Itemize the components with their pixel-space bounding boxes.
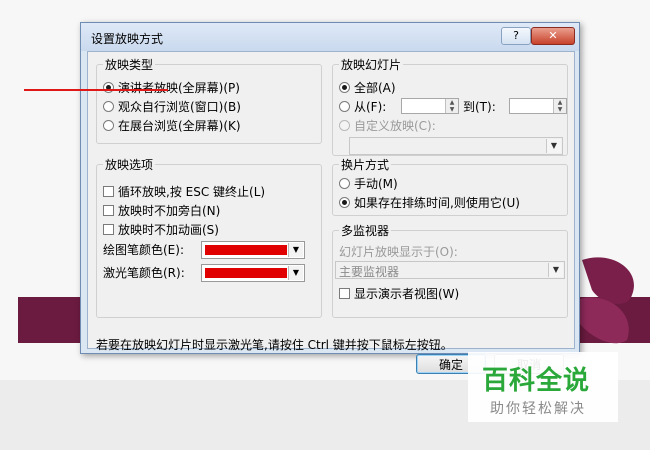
radio-kiosk-indicator[interactable] xyxy=(103,119,114,131)
radio-presenter[interactable]: 演讲者放映(全屏幕)(P) xyxy=(103,79,240,95)
display-on-label: 幻灯片放映显示于(O): xyxy=(339,244,458,259)
pen-color-dropdown[interactable]: ▼ xyxy=(201,241,305,259)
to-slide-label: 到(T): xyxy=(463,99,496,114)
display-on-row: 幻灯片放映显示于(O): xyxy=(339,243,458,259)
monitors-group: 多监视器 幻灯片放映显示于(O): 主要监视器 ▼ 显示演示者视图(W) xyxy=(332,222,568,318)
laser-color-swatch xyxy=(205,268,287,278)
radio-all-slides[interactable]: 全部(A) xyxy=(339,79,396,95)
display-monitor-value: 主要监视器 xyxy=(339,265,400,279)
radio-custom-show[interactable]: 自定义放映(C): xyxy=(339,117,436,133)
spinner-arrows-icon[interactable]: ▲ ▼ xyxy=(553,99,566,113)
display-monitor-dropdown[interactable]: 主要监视器 ▼ xyxy=(335,261,565,279)
monitors-label: 多监视器 xyxy=(339,222,392,239)
to-slide-spinner[interactable]: ▲ ▼ xyxy=(509,98,567,114)
dialog-client-area: 放映类型 演讲者放映(全屏幕)(P) 观众自行浏览(窗口)(B) 在展台浏览(全… xyxy=(87,51,575,374)
custom-show-dropdown[interactable]: ▼ xyxy=(349,137,563,155)
show-slides-label: 放映幻灯片 xyxy=(339,56,404,73)
loop-checkbox-box[interactable] xyxy=(103,185,114,197)
laser-color-row: 激光笔颜色(R): xyxy=(103,264,185,280)
radio-use-timings[interactable]: 如果存在排练时间,则使用它(U) xyxy=(339,194,520,210)
laser-color-label: 激光笔颜色(R): xyxy=(103,265,185,280)
spinner-arrows-icon[interactable]: ▲ ▼ xyxy=(445,99,458,113)
presenter-view-checkbox[interactable]: 显示演示者视图(W) xyxy=(339,285,459,301)
watermark: 百科全说 助你轻松解决 xyxy=(468,352,618,422)
radio-window-label: 观众自行浏览(窗口)(B) xyxy=(118,99,241,114)
radio-window-indicator[interactable] xyxy=(103,100,114,112)
no-animation-label: 放映时不加动画(S) xyxy=(118,222,219,237)
no-animation-checkbox[interactable]: 放映时不加动画(S) xyxy=(103,221,219,237)
watermark-subtitle: 助你轻松解决 xyxy=(490,401,586,417)
show-slides-group: 放映幻灯片 全部(A) 从(F): ▲ ▼ 到(T): ▲ ▼ 自定义放映(C)… xyxy=(332,56,568,156)
radio-kiosk-label: 在展台浏览(全屏幕)(K) xyxy=(118,118,241,133)
radio-custom-indicator[interactable] xyxy=(339,119,350,131)
chevron-down-icon[interactable]: ▼ xyxy=(288,266,303,280)
annotation-underline xyxy=(24,89,168,91)
setup-show-dialog: 设置放映方式 ? ✕ 放映类型 演讲者放映(全屏幕)(P) 观众自行浏览(窗口)… xyxy=(80,22,580,374)
watermark-title: 百科全说 xyxy=(482,366,591,396)
radio-from-slides[interactable]: 从(F): xyxy=(339,98,386,114)
radio-kiosk[interactable]: 在展台浏览(全屏幕)(K) xyxy=(103,117,241,133)
presenter-view-label: 显示演示者视图(W) xyxy=(354,286,460,301)
no-narration-label: 放映时不加旁白(N) xyxy=(118,203,221,218)
radio-from-label: 从(F): xyxy=(354,99,387,114)
title-bar: 设置放映方式 ? ✕ xyxy=(81,23,579,51)
chevron-down-icon[interactable]: ▼ xyxy=(548,263,563,277)
to-label-row: 到(T): xyxy=(463,98,496,114)
radio-from-indicator[interactable] xyxy=(339,100,350,112)
loop-checkbox[interactable]: 循环放映,按 ESC 键终止(L) xyxy=(103,183,265,199)
show-type-label: 放映类型 xyxy=(103,56,156,73)
from-slide-spinner[interactable]: ▲ ▼ xyxy=(401,98,459,114)
show-options-label: 放映选项 xyxy=(103,156,156,173)
radio-all-label: 全部(A) xyxy=(354,80,396,95)
no-animation-checkbox-box[interactable] xyxy=(103,223,114,235)
radio-presenter-label: 演讲者放映(全屏幕)(P) xyxy=(118,80,240,95)
no-narration-checkbox-box[interactable] xyxy=(103,204,114,216)
show-options-group: 放映选项 循环放映,按 ESC 键终止(L) 放映时不加旁白(N) 放映时不加动… xyxy=(96,156,322,318)
radio-use-timings-label: 如果存在排练时间,则使用它(U) xyxy=(354,195,520,210)
pen-color-swatch xyxy=(205,245,287,255)
dialog-title: 设置放映方式 xyxy=(91,32,164,46)
radio-custom-label: 自定义放映(C): xyxy=(354,118,436,133)
chevron-down-icon[interactable]: ▼ xyxy=(288,243,303,257)
presenter-view-box[interactable] xyxy=(339,287,350,299)
pen-color-label: 绘图笔颜色(E): xyxy=(103,242,184,257)
pen-color-row: 绘图笔颜色(E): xyxy=(103,241,184,257)
radio-use-timings-indicator[interactable] xyxy=(339,196,350,208)
close-button[interactable]: ✕ xyxy=(531,27,575,45)
help-button[interactable]: ? xyxy=(501,27,531,45)
loop-checkbox-label: 循环放映,按 ESC 键终止(L) xyxy=(118,184,266,199)
radio-manual-label: 手动(M) xyxy=(354,176,398,191)
show-type-group: 放映类型 演讲者放映(全屏幕)(P) 观众自行浏览(窗口)(B) 在展台浏览(全… xyxy=(96,56,322,144)
chevron-down-icon[interactable]: ▼ xyxy=(546,139,561,153)
advance-label: 换片方式 xyxy=(339,156,392,173)
radio-manual-indicator[interactable] xyxy=(339,177,350,189)
ribbon-decoration xyxy=(577,257,634,344)
radio-all-indicator[interactable] xyxy=(339,81,350,93)
radio-window[interactable]: 观众自行浏览(窗口)(B) xyxy=(103,98,241,114)
no-narration-checkbox[interactable]: 放映时不加旁白(N) xyxy=(103,202,220,218)
radio-manual[interactable]: 手动(M) xyxy=(339,175,398,191)
laser-pointer-note: 若要在放映幻灯片时显示激光笔,请按住 Ctrl 键并按下鼠标左按钮。 xyxy=(96,338,453,352)
laser-color-dropdown[interactable]: ▼ xyxy=(201,264,305,282)
advance-group: 换片方式 手动(M) 如果存在排练时间,则使用它(U) xyxy=(332,156,568,216)
